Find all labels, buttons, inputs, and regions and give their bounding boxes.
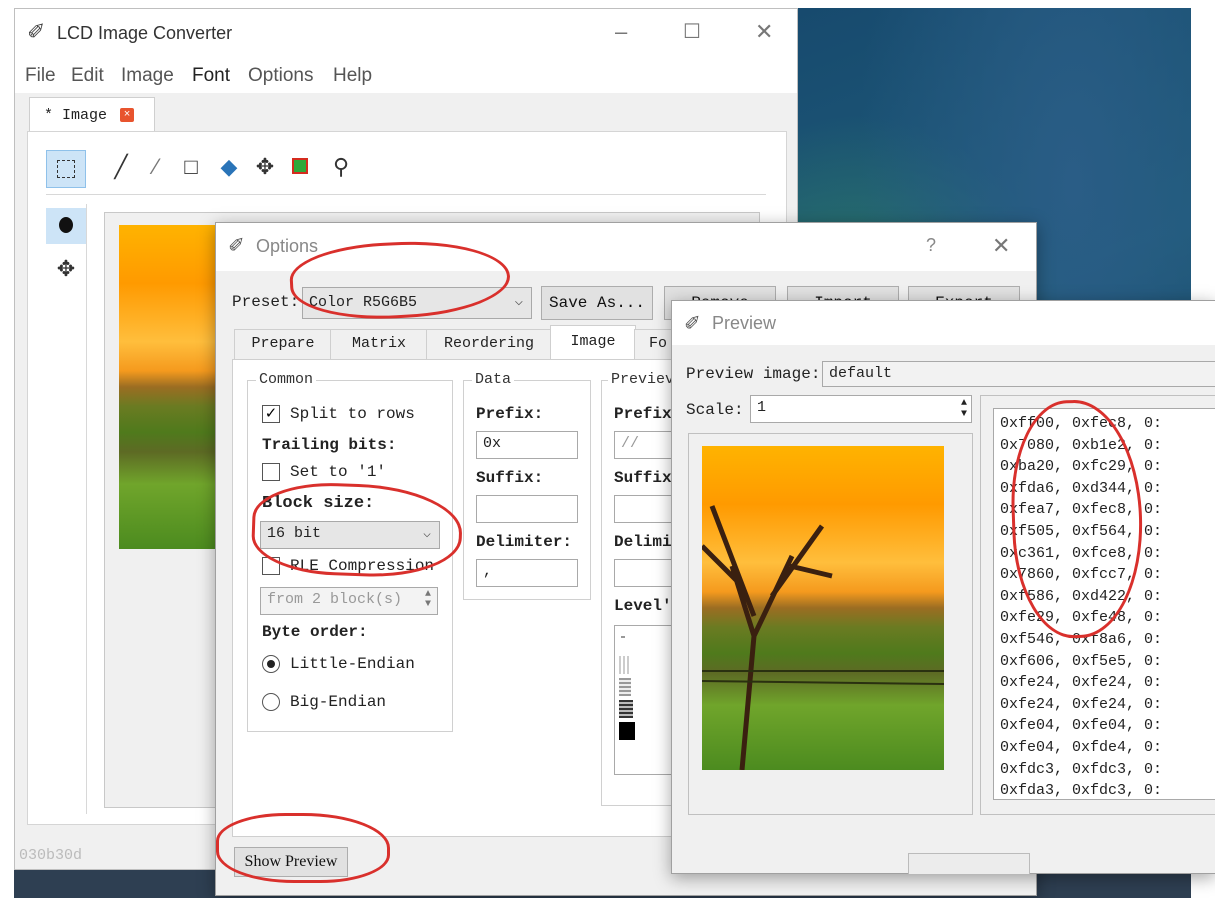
split-to-rows-label: Split to rows [290, 405, 415, 423]
preview-window: ✐ Preview Preview image: default Scale: … [671, 300, 1215, 874]
byte-order-label: Byte order: [262, 623, 368, 641]
code-line: 0xfdc3, 0xfdc3, 0: [1000, 760, 1163, 778]
tab-image[interactable]: * Image × [29, 97, 155, 134]
preview-footer-button[interactable] [908, 853, 1030, 874]
code-line: 0xfe04, 0xfde4, 0: [1000, 738, 1163, 756]
zoom-icon[interactable]: ⚲ [326, 154, 356, 180]
rle-blocks-spinbox[interactable]: from 2 block(s) ▲ ▼ [260, 587, 438, 615]
prefix-input[interactable]: 0x [476, 431, 578, 459]
menu-edit[interactable]: Edit [71, 65, 104, 87]
move-tool-icon[interactable]: ✥ [51, 256, 81, 282]
scale-spin-arrows-icon[interactable]: ▲ ▼ [961, 398, 967, 420]
preview-image-select[interactable]: default [822, 361, 1215, 387]
trailing-bits-label: Trailing bits: [262, 436, 397, 454]
menu-options[interactable]: Options [248, 65, 313, 87]
level-swatch [621, 636, 625, 638]
main-titlebar: ✐ LCD Image Converter – ☐ ✕ [15, 9, 797, 57]
preset-label: Preset: [232, 293, 300, 311]
code-line: 0xfda3, 0xfdc3, 0: [1000, 782, 1163, 800]
maximize-icon[interactable]: ☐ [683, 21, 701, 43]
fill-bucket-icon[interactable]: ◆ [214, 154, 244, 180]
preview-delimiter-label: Delimi [614, 533, 672, 551]
preview-titlebar: ✐ Preview [672, 301, 1215, 345]
preview-image-label: Preview image: [686, 365, 821, 383]
save-as-button[interactable]: Save As... [541, 286, 653, 320]
level-swatch [619, 678, 631, 696]
close-icon[interactable]: ✕ [755, 21, 773, 43]
tree-silhouette-icon [702, 505, 944, 770]
level-swatch [619, 700, 633, 718]
menu-image[interactable]: Image [121, 65, 174, 87]
options-logo-icon: ✐ [228, 235, 245, 257]
brush-icon [59, 217, 73, 233]
data-group-title: Data [472, 371, 515, 388]
rle-blocks-value: from 2 block(s) [267, 591, 403, 608]
select-tool-button[interactable] [46, 150, 86, 188]
brush-tool-button[interactable] [46, 208, 86, 244]
window-title: LCD Image Converter [57, 23, 233, 43]
line-icon[interactable]: ⁄ [141, 154, 171, 180]
tab-reordering[interactable]: Reordering [426, 329, 552, 360]
big-endian-label: Big-Endian [290, 693, 387, 711]
tab-prepare[interactable]: Prepare [234, 329, 332, 360]
preview-suffix-label: Suffix [614, 469, 672, 487]
code-line: 0xfe04, 0xfe04, 0: [1000, 717, 1163, 735]
menu-font[interactable]: Font [192, 65, 230, 87]
little-endian-radio[interactable] [262, 655, 280, 673]
move-icon[interactable]: ✥ [250, 154, 280, 180]
code-line: 0xf546, 0xf8a6, 0: [1000, 630, 1163, 648]
delimiter-input[interactable]: , [476, 559, 578, 587]
big-endian-radio[interactable] [262, 693, 280, 711]
options-close-icon[interactable]: ✕ [992, 235, 1010, 257]
set-to-one-checkbox[interactable] [262, 463, 280, 481]
minimize-icon[interactable]: – [615, 21, 627, 43]
pen-icon[interactable]: ╱ [106, 154, 136, 180]
side-toolbar: ✥ [46, 204, 87, 814]
tab-matrix[interactable]: Matrix [330, 329, 428, 360]
code-line: 0xfe24, 0xfe24, 0: [1000, 674, 1163, 692]
set-to-one-label: Set to '1' [290, 463, 387, 481]
tab-close-icon[interactable]: × [120, 108, 134, 122]
annotation-show-preview-circle [216, 813, 390, 883]
rectangle-icon[interactable]: □ [176, 154, 206, 180]
code-line: 0xfe24, 0xfe24, 0: [1000, 695, 1163, 713]
suffix-label: Suffix: [476, 469, 544, 487]
menu-bar: File Edit Image Font Options Help [15, 57, 797, 93]
levels-label: Level' [614, 597, 672, 615]
code-line: 0xf606, 0xf5e5, 0: [1000, 652, 1163, 670]
preview-image [702, 446, 944, 770]
menu-help[interactable]: Help [333, 65, 372, 87]
selection-icon [57, 160, 75, 178]
preview-title: Preview [712, 313, 777, 333]
color-picker-icon[interactable] [292, 158, 308, 174]
delimiter-label: Delimiter: [476, 533, 573, 551]
scale-spinbox[interactable]: 1 ▲ ▼ [750, 395, 972, 423]
preview-prefix-label: Prefix [614, 405, 672, 423]
preview-group-title: Previev [608, 371, 678, 388]
common-group-title: Common [256, 371, 317, 388]
options-title: Options [256, 236, 319, 256]
chevron-down-icon: ⌵ [514, 294, 523, 310]
split-to-rows-checkbox[interactable]: ✓ [262, 405, 280, 423]
help-icon[interactable]: ? [926, 235, 936, 256]
level-swatch [619, 722, 635, 740]
status-text: 030b30d [19, 847, 83, 864]
little-endian-label: Little-Endian [290, 655, 415, 673]
preview-image-frame [688, 433, 973, 815]
app-logo-icon: ✐ [27, 19, 46, 44]
data-group: Data Prefix: 0x Suffix: Delimiter: , [463, 371, 591, 600]
toolbar-divider [46, 194, 766, 195]
tab-image-active[interactable]: Image [550, 325, 636, 362]
scale-value: 1 [757, 399, 767, 416]
level-swatch [619, 656, 631, 674]
scale-label: Scale: [686, 401, 744, 419]
prefix-label: Prefix: [476, 405, 544, 423]
preview-logo-icon: ✐ [684, 313, 701, 335]
suffix-input[interactable] [476, 495, 578, 523]
spin-arrows-icon: ▲ ▼ [424, 589, 431, 610]
menu-file[interactable]: File [25, 65, 56, 87]
tab-image-label: * Image [44, 107, 108, 124]
